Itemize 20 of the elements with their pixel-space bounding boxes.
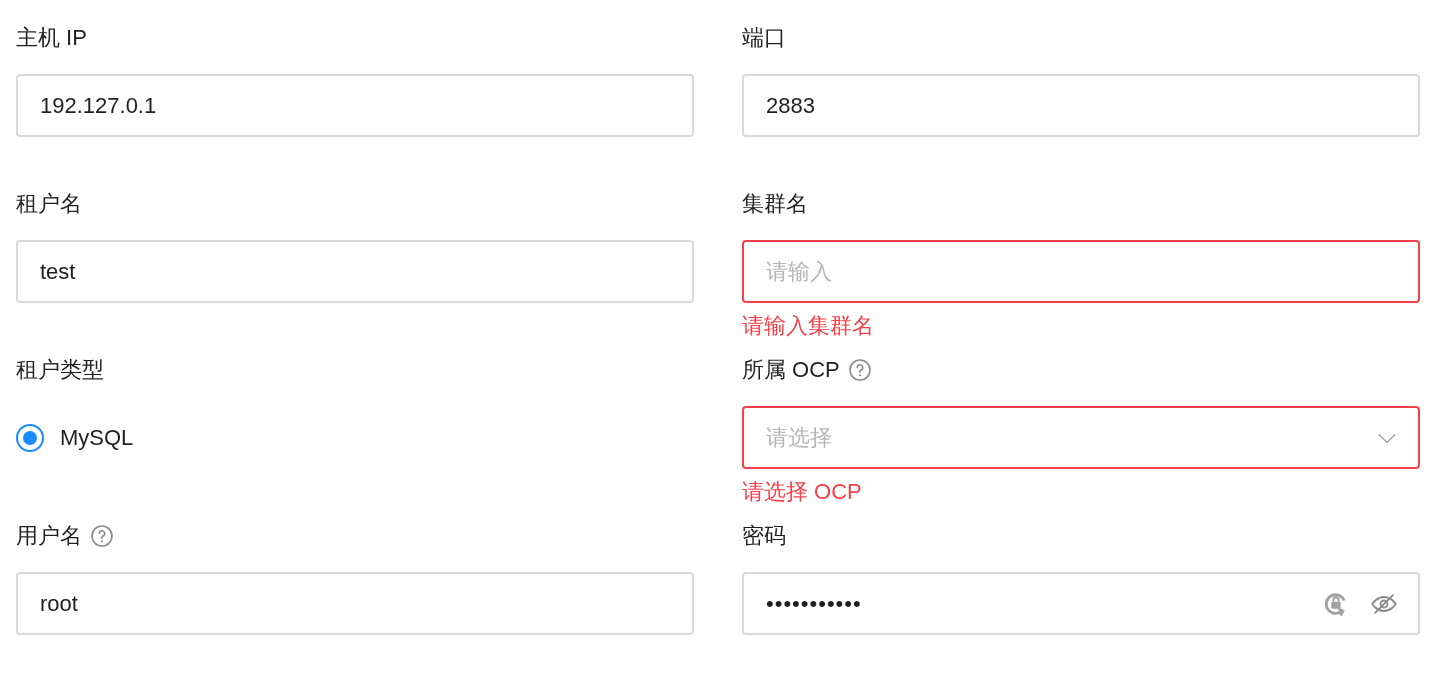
input-field[interactable]: 192.127.0.1 bbox=[16, 74, 694, 137]
select-field[interactable]: 请选择 bbox=[742, 406, 1420, 469]
field-label: 集群名 bbox=[742, 190, 808, 218]
field-label: 用户名 bbox=[16, 522, 82, 550]
error-message: 请输入集群名 bbox=[742, 313, 874, 338]
field-label: 密码 bbox=[742, 522, 786, 550]
input-field[interactable]: 2883 bbox=[742, 74, 1420, 137]
input-field[interactable]: root bbox=[16, 572, 694, 635]
radio-option[interactable]: MySQL bbox=[16, 423, 134, 452]
input-field[interactable]: test bbox=[16, 240, 694, 303]
field-label: 所属 OCP bbox=[742, 356, 840, 384]
input-field[interactable]: 请输入 bbox=[742, 240, 1420, 303]
field-label: 端口 bbox=[742, 24, 786, 52]
field-label: 租户类型 bbox=[16, 356, 104, 384]
field-label: 主机 IP bbox=[16, 24, 87, 52]
help-icon[interactable] bbox=[847, 358, 872, 382]
help-icon[interactable] bbox=[90, 524, 114, 548]
field-label: 租户名 bbox=[16, 190, 82, 218]
password-field[interactable]: ••••••••••• bbox=[742, 572, 1420, 635]
error-message: 请选择 OCP bbox=[742, 479, 862, 504]
